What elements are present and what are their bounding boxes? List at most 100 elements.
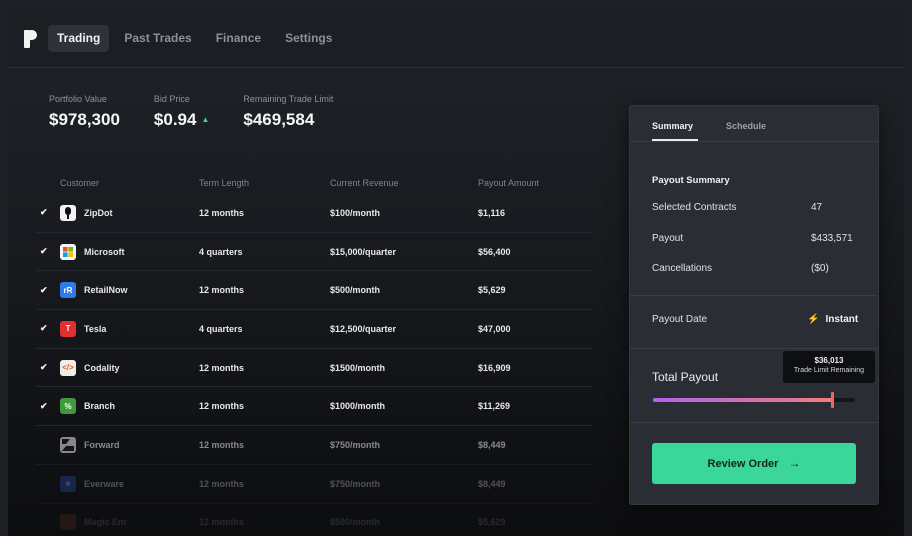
- current-revenue-cell: $1000/month: [330, 401, 386, 412]
- current-revenue-cell: $15,000/quarter: [330, 246, 397, 257]
- payout-label: Payout: [652, 233, 684, 244]
- payout-date-label: Payout Date: [652, 314, 708, 325]
- customer-cell: e Everware: [36, 475, 199, 492]
- arrow-right-icon: →: [788, 456, 801, 470]
- tab-summary[interactable]: Summary: [652, 121, 693, 131]
- main-nav: Trading Past Trades Finance Settings: [48, 25, 341, 52]
- table-row[interactable]: Forward 12 months $750/month $8,449: [36, 426, 592, 465]
- portfolio-value: $978,300: [49, 110, 120, 129]
- customer-name: Magic Ent: [84, 517, 127, 528]
- forward-logo: [60, 436, 76, 453]
- nav-tab-past-trades[interactable]: Past Trades: [115, 25, 200, 52]
- table-row[interactable]: e Everware 12 months $750/month $8,449: [36, 465, 592, 504]
- trade-limit-tooltip: $36,013 Trade Limit Remaining: [783, 351, 875, 383]
- portfolio-value-stat: Portfolio Value $978,300: [49, 94, 120, 130]
- row-checkbox[interactable]: ✔: [40, 323, 48, 334]
- contracts-table: Customer Term Length Current Revenue Pay…: [36, 178, 592, 536]
- table-row[interactable]: ✔ </> Codality 12 months $1500/month $16,909: [36, 349, 592, 388]
- customer-name: Codality: [84, 362, 120, 373]
- tesla-logo: T: [60, 320, 76, 337]
- customer-name: Branch: [84, 401, 116, 412]
- everware-logo: e: [60, 475, 76, 492]
- customer-name: Everware: [84, 478, 125, 489]
- term-length-cell: 12 months: [199, 362, 245, 373]
- header-payout-amount[interactable]: Payout Amount: [478, 178, 588, 194]
- bid-price-stat: Bid Price $0.94 ▲: [154, 94, 209, 130]
- brand-logo[interactable]: [24, 30, 38, 48]
- nav-tab-finance[interactable]: Finance: [207, 25, 270, 52]
- nav-tab-trading[interactable]: Trading: [48, 25, 110, 52]
- lightning-bolt-icon: ⚡: [807, 314, 820, 325]
- term-length-cell: 4 quarters: [199, 323, 243, 334]
- table-row[interactable]: Magic Ent 12 months $500/month $5,629: [36, 504, 592, 536]
- payout-row: Payout $433,571: [652, 233, 858, 244]
- header-customer[interactable]: Customer: [36, 178, 199, 194]
- row-checkbox[interactable]: ✔: [40, 285, 48, 296]
- top-navigation-bar: Trading Past Trades Finance Settings: [8, 8, 904, 68]
- table-row[interactable]: ✔ rR RetailNow 12 months $500/month $5,629: [36, 271, 592, 311]
- payout-amount-cell: $8,449: [478, 439, 506, 450]
- customer-cell: T Tesla: [36, 320, 199, 337]
- row-checkbox[interactable]: ✔: [40, 207, 48, 218]
- customer-cell: Microsoft: [36, 243, 199, 260]
- customer-cell: ZipDot: [36, 204, 199, 221]
- branch-logo: %: [60, 398, 76, 415]
- retailnow-logo: rR: [60, 282, 76, 299]
- microsoft-logo: [60, 243, 76, 260]
- payout-amount-cell: $47,000: [478, 323, 511, 334]
- payout-date-selector[interactable]: ⚡ Instant: [807, 314, 858, 325]
- header-current-revenue[interactable]: Current Revenue: [330, 178, 478, 194]
- payout-amount-cell: $8,449: [478, 478, 506, 489]
- tooltip-amount: $36,013: [814, 356, 844, 365]
- total-payout-slider[interactable]: [653, 392, 855, 408]
- payout-summary-title: Payout Summary: [652, 175, 730, 186]
- slider-fill: [653, 398, 833, 402]
- term-length-cell: 4 quarters: [199, 246, 243, 257]
- customer-cell: Magic Ent: [36, 514, 199, 531]
- stats-bar: Portfolio Value $978,300 Bid Price $0.94…: [49, 94, 367, 130]
- tab-schedule[interactable]: Schedule: [726, 121, 766, 131]
- term-length-cell: 12 months: [199, 517, 245, 528]
- term-length-cell: 12 months: [199, 439, 245, 450]
- term-length-cell: 12 months: [199, 285, 245, 296]
- trend-up-icon: ▲: [201, 115, 210, 124]
- trade-limit-label: Remaining Trade Limit: [243, 94, 334, 104]
- selected-contracts-label: Selected Contracts: [652, 202, 737, 213]
- customer-name: Microsoft: [84, 246, 125, 257]
- review-order-button[interactable]: Review Order →: [652, 443, 856, 484]
- row-checkbox[interactable]: ✔: [40, 401, 48, 412]
- payout-date-value: Instant: [825, 314, 859, 325]
- customer-name: ZipDot: [84, 207, 113, 218]
- tooltip-caption: Trade Limit Remaining: [793, 367, 865, 374]
- nav-tab-settings[interactable]: Settings: [276, 25, 341, 52]
- table-row[interactable]: ✔ ZipDot 12 months $100/month $1,116: [36, 194, 592, 233]
- customer-cell: rR RetailNow: [36, 282, 199, 299]
- total-payout-label: Total Payout: [652, 370, 719, 384]
- row-checkbox[interactable]: ✔: [40, 362, 48, 373]
- payout-amount-cell: $56,400: [478, 246, 511, 257]
- table-row[interactable]: ✔ Microsoft 4 quarters $15,000/quarter $56,4…: [36, 233, 592, 272]
- app-window: Trading Past Trades Finance Settings Por…: [8, 8, 904, 536]
- current-revenue-cell: $500/month: [330, 285, 381, 296]
- bid-price-value: $0.94: [153, 110, 197, 129]
- panel-tabs: Summary Schedule: [630, 106, 878, 142]
- payout-amount-cell: $1,116: [478, 207, 506, 218]
- term-length-cell: 12 months: [199, 401, 245, 412]
- slider-handle[interactable]: [831, 392, 835, 408]
- table-row[interactable]: ✔% Branch 12 months $1000/month $11,269: [36, 387, 592, 427]
- table-body: ✔ ZipDot 12 months $100/month $1,116 ✔ Microso…: [36, 194, 592, 536]
- selected-contracts-value: 47: [811, 202, 823, 213]
- current-revenue-cell: $500/month: [330, 517, 381, 528]
- review-order-label: Review Order: [707, 458, 779, 470]
- row-checkbox[interactable]: ✔: [40, 246, 48, 257]
- customer-name: RetailNow: [84, 285, 128, 296]
- current-revenue-cell: $100/month: [330, 207, 381, 218]
- header-term-length[interactable]: Term Length: [199, 178, 330, 194]
- current-revenue-cell: $750/month: [330, 439, 381, 450]
- table-row[interactable]: ✔ T Tesla 4 quarters $12,500/quarter $47,000: [36, 310, 592, 349]
- payout-amount-cell: $5,629: [478, 517, 506, 528]
- magic-ent-logo: [60, 514, 76, 531]
- codality-logo: </>: [60, 359, 76, 376]
- selected-contracts-row: Selected Contracts 47: [652, 202, 858, 213]
- trade-limit-value: $469,584: [243, 110, 315, 129]
